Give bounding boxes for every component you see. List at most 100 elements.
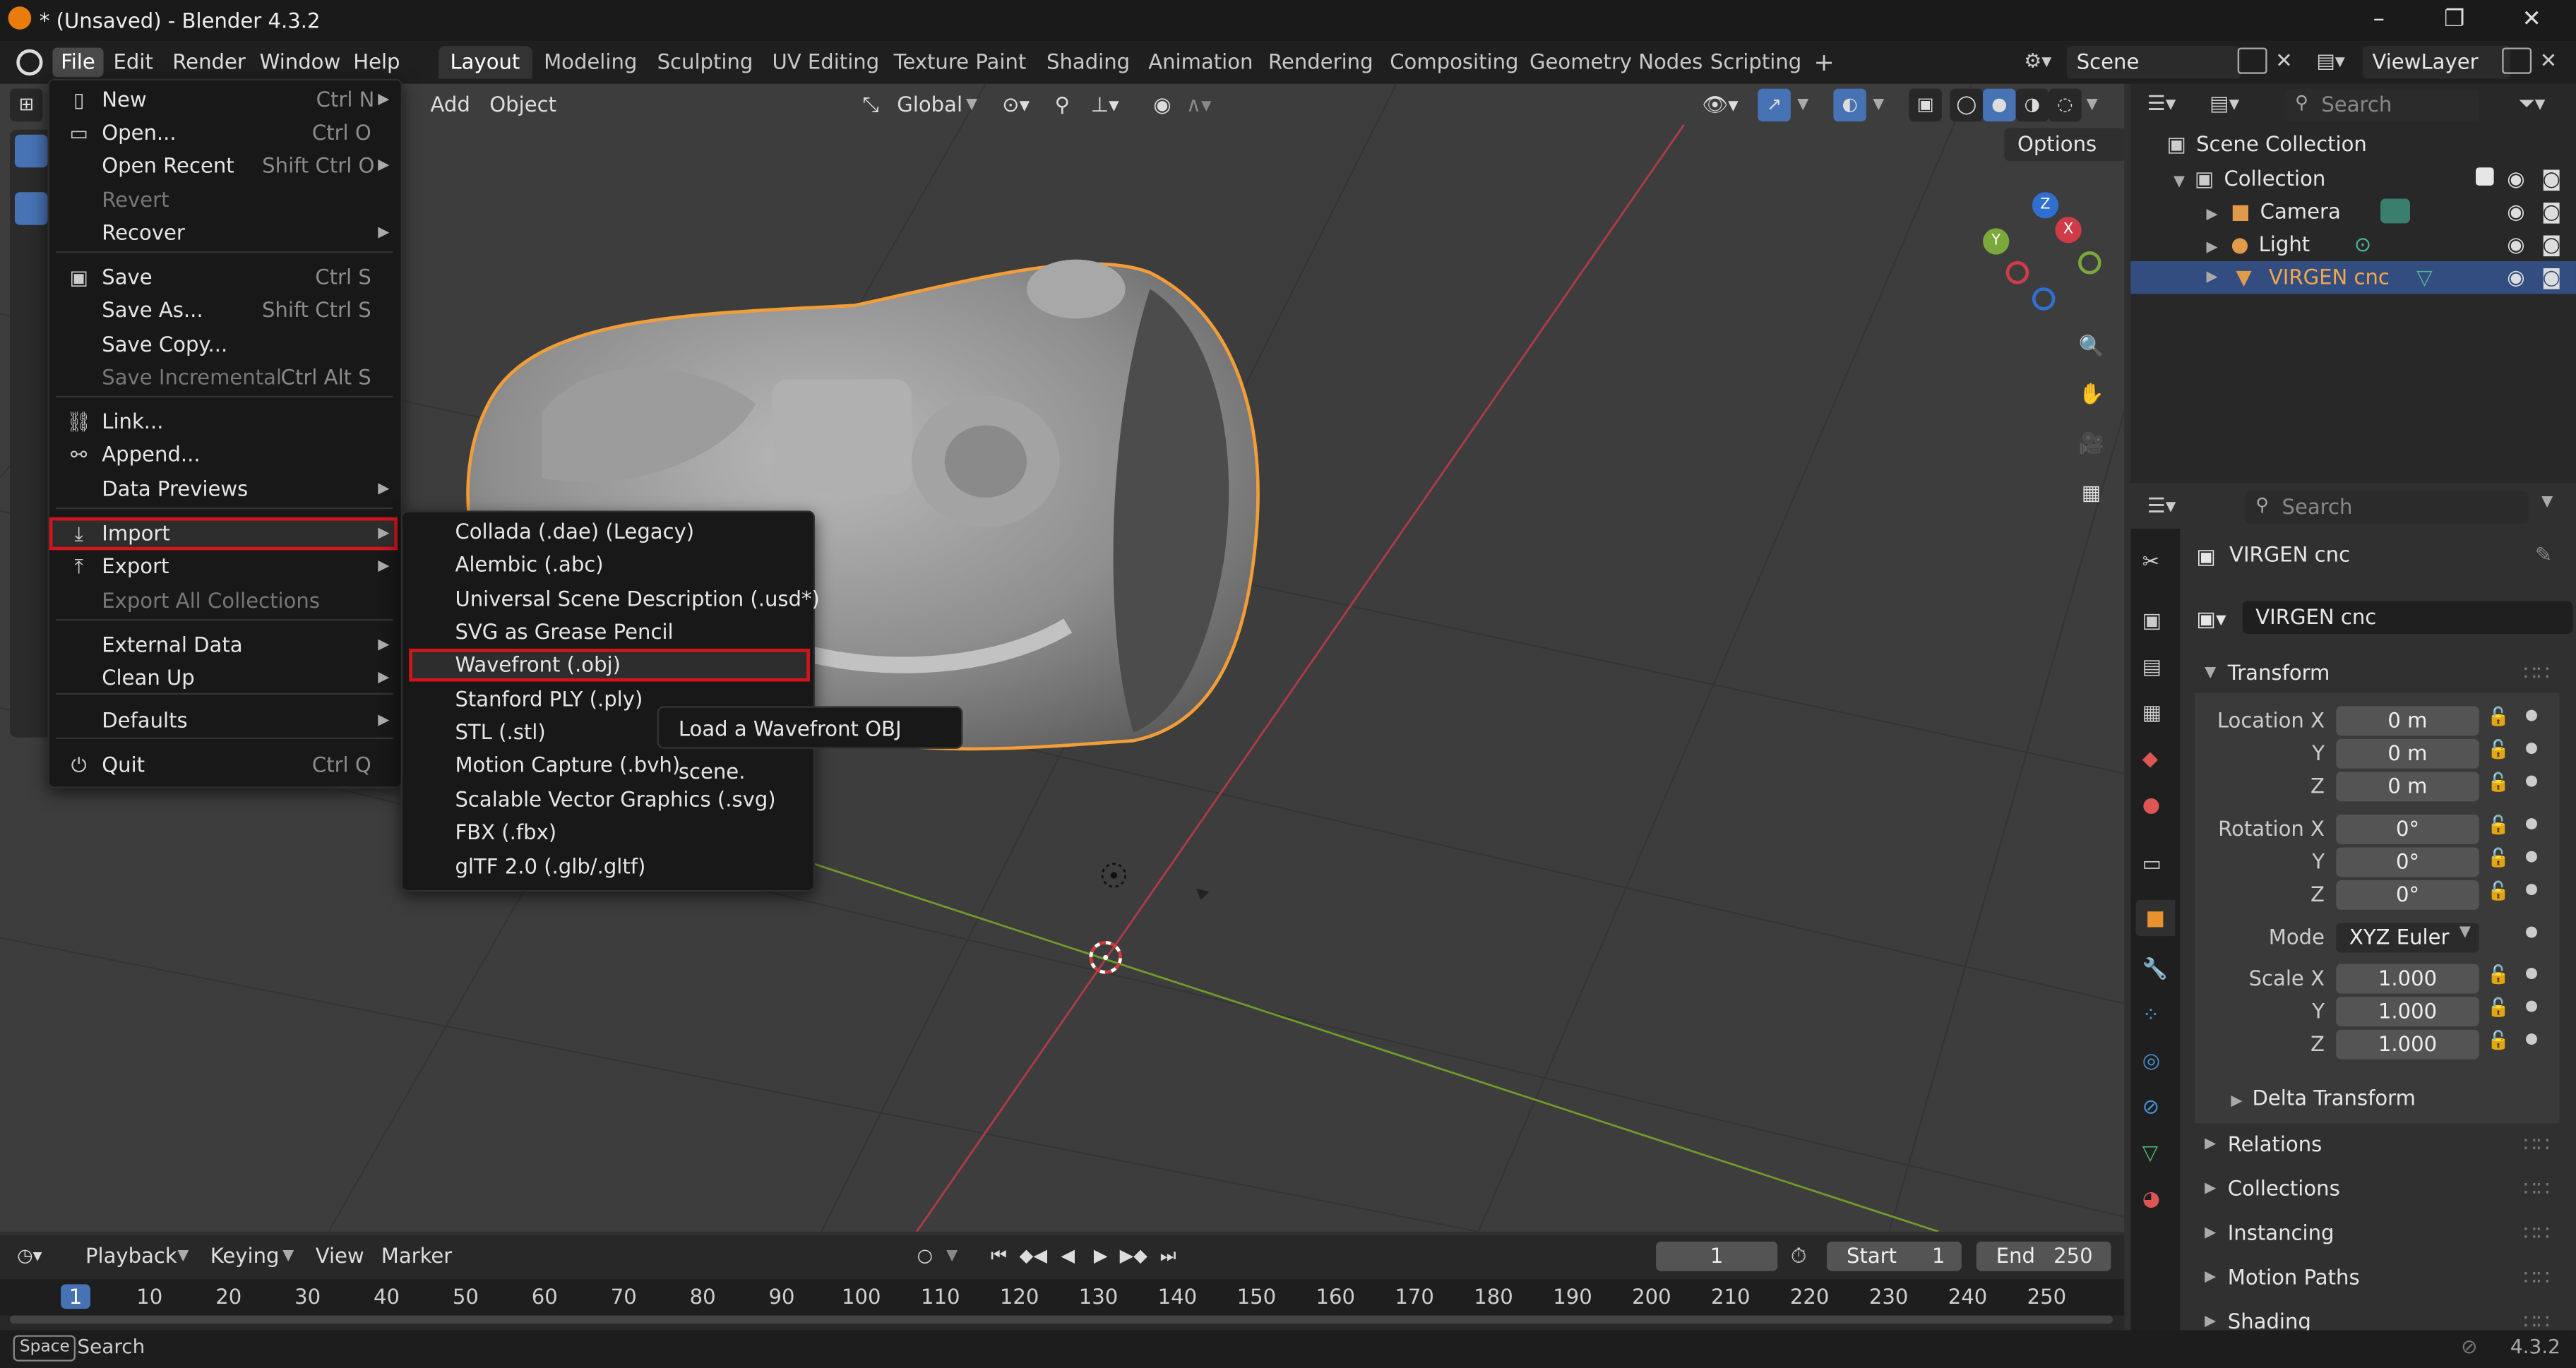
file-menu-item-append[interactable]: ⚯ Append...: [49, 438, 398, 472]
chevron-right-icon[interactable]: ▶: [2206, 261, 2217, 294]
chevron-right-icon[interactable]: ▶: [2206, 240, 2217, 256]
location-x-field[interactable]: 0 m: [2336, 706, 2479, 736]
eye-icon[interactable]: ◉: [2507, 261, 2524, 294]
chevron-right-icon[interactable]: ▶: [2205, 1169, 2216, 1208]
chevron-down-icon[interactable]: ▼: [2205, 654, 2216, 693]
file-menu-item-open-recent[interactable]: Open Recent Shift Ctrl O ▶: [49, 150, 398, 183]
new-scene-icon[interactable]: [2237, 47, 2267, 74]
keyframe-dot-icon[interactable]: ●: [2525, 925, 2538, 941]
view-layer-icon[interactable]: ▤▾: [2316, 49, 2344, 73]
modifier-tab-icon[interactable]: 🔧: [2142, 956, 2168, 982]
filter-icon[interactable]: ⏷▾: [2519, 90, 2546, 116]
editor-type-icon[interactable]: ⊞: [9, 88, 43, 122]
rendered-shading-icon[interactable]: ◌: [2049, 88, 2082, 122]
playback-menu[interactable]: Playback: [85, 1240, 177, 1273]
physics-tab-icon[interactable]: ◎: [2142, 1048, 2160, 1072]
gizmo-neg-y[interactable]: [2078, 251, 2101, 275]
gizmo-dropdown-icon[interactable]: ▼: [1797, 89, 1808, 122]
chevron-down-icon[interactable]: ▼: [282, 1240, 294, 1273]
camera-data-icon[interactable]: [2380, 198, 2410, 224]
particles-tab-icon[interactable]: ⁘: [2142, 1002, 2159, 1026]
snap-target-icon[interactable]: ⊥▾: [1091, 89, 1119, 122]
rotation-z-field[interactable]: 0°: [2336, 880, 2479, 910]
drag-handle-icon[interactable]: ∷∷: [2524, 1258, 2550, 1297]
light-data-icon[interactable]: ⊙: [2354, 228, 2371, 261]
scale-y-field[interactable]: 1.000: [2336, 997, 2479, 1027]
cursor-tool-icon[interactable]: [14, 192, 48, 225]
scene-icon[interactable]: ⚙▾: [2024, 49, 2051, 73]
tab-uv-editing[interactable]: UV Editing: [761, 46, 890, 79]
zoom-icon[interactable]: 🔍: [2073, 328, 2109, 364]
object-name-field[interactable]: VIRGEN cnc: [2242, 601, 2573, 635]
gizmo-toggle-icon[interactable]: ↗: [1758, 88, 1791, 122]
jump-start-icon[interactable]: ⏮: [982, 1240, 1015, 1273]
drag-handle-icon[interactable]: ∷∷: [2524, 1169, 2550, 1208]
marker-menu[interactable]: Marker: [381, 1240, 453, 1273]
menu-help[interactable]: Help: [345, 47, 409, 77]
render-tab-icon[interactable]: ▣: [2142, 608, 2161, 632]
collection-tab-icon[interactable]: ▭: [2142, 851, 2161, 875]
keyframe-dot-icon[interactable]: ●: [2525, 816, 2538, 832]
rotation-y-field[interactable]: 0°: [2336, 847, 2479, 877]
keyframe-dot-icon[interactable]: ●: [2525, 849, 2538, 865]
viewport-add-menu[interactable]: Add: [431, 89, 470, 122]
pivot-point-icon[interactable]: ⊙▾: [1002, 89, 1030, 122]
visibility-icon[interactable]: 👁▾: [1702, 89, 1739, 122]
eye-icon[interactable]: ◉: [2507, 162, 2524, 196]
tab-compositing[interactable]: Compositing: [1378, 46, 1530, 79]
lock-icon[interactable]: 🔓: [2487, 847, 2510, 868]
file-menu-item-quit[interactable]: ⏻ Quit Ctrl Q: [49, 749, 398, 782]
tab-shading[interactable]: Shading: [1035, 46, 1142, 79]
file-menu-item-new[interactable]: ▯ New Ctrl N ▶: [49, 84, 398, 117]
chevron-down-icon[interactable]: ▼: [966, 89, 977, 122]
panel-instancing[interactable]: ▶ Instancing ∷∷: [2195, 1213, 2560, 1254]
import-item-universal-scene-description-usd[interactable]: Universal Scene Description (.usd*): [409, 582, 819, 616]
file-menu-item-save-copy[interactable]: Save Copy...: [49, 328, 398, 361]
file-menu-item-save[interactable]: ▣ Save Ctrl S: [49, 261, 398, 294]
chevron-down-icon[interactable]: ▼: [2174, 174, 2185, 191]
overlay-toggle-icon[interactable]: ◐: [1833, 88, 1866, 122]
drag-handle-icon[interactable]: ∷∷: [2524, 1213, 2550, 1253]
tab-texture-paint[interactable]: Texture Paint: [882, 46, 1037, 79]
options-dropdown[interactable]: Options: [2004, 128, 2125, 161]
chevron-right-icon[interactable]: ▶: [2205, 1213, 2216, 1253]
display-mode-icon[interactable]: ▤▾: [2210, 90, 2239, 115]
properties-editor-icon[interactable]: ☰▾: [2147, 493, 2176, 517]
eye-icon[interactable]: ◉: [2507, 196, 2524, 229]
minimize-button[interactable]: –: [2346, 4, 2411, 37]
render-camera-icon[interactable]: ◙: [2541, 162, 2561, 196]
transform-orientation-icon[interactable]: ⤡: [862, 89, 878, 122]
lock-icon[interactable]: 🔓: [2487, 739, 2510, 760]
chevron-right-icon[interactable]: ▶: [2206, 207, 2217, 223]
rotation-mode-dropdown[interactable]: XYZ Euler: [2336, 923, 2479, 953]
scene-name-field[interactable]: Scene: [2066, 46, 2241, 79]
keyframe-dot-icon[interactable]: ●: [2525, 882, 2538, 898]
snap-icon[interactable]: ⚲: [1055, 89, 1070, 122]
output-tab-icon[interactable]: ▤: [2142, 654, 2161, 678]
file-menu-item-clean-up[interactable]: Clean Up ▶: [49, 662, 398, 695]
import-item-motion-capture-bvh[interactable]: Motion Capture (.bvh): [409, 750, 810, 783]
chevron-right-icon[interactable]: ▶: [2205, 1125, 2216, 1165]
import-item-fbx-fbx[interactable]: FBX (.fbx): [409, 817, 810, 850]
xray-toggle-icon[interactable]: ▣: [1909, 88, 1942, 122]
new-view-layer-icon[interactable]: [2502, 47, 2532, 74]
end-frame-field[interactable]: 250: [2053, 1242, 2093, 1271]
chevron-right-icon[interactable]: ▶: [2205, 1258, 2216, 1297]
rotation-x-field[interactable]: 0°: [2336, 814, 2479, 844]
scale-z-field[interactable]: 1.000: [2336, 1029, 2479, 1060]
constraints-tab-icon[interactable]: ⊘: [2142, 1093, 2159, 1118]
chevron-down-icon[interactable]: ▼: [2541, 494, 2553, 510]
tool-tab-icon[interactable]: ✂: [2142, 548, 2159, 573]
perspective-toggle-icon[interactable]: ▦: [2073, 474, 2109, 510]
outliner-item-virgen-cnc[interactable]: ▶ ▼ VIRGEN cnc ▽ ◉ ◙: [2130, 260, 2576, 294]
lock-icon[interactable]: 🔓: [2487, 964, 2510, 985]
navigation-gizmo[interactable]: Z X Y: [1979, 192, 2111, 323]
falloff-icon[interactable]: ∧▾: [1186, 89, 1212, 122]
blender-menu-icon[interactable]: [16, 49, 43, 76]
menu-edit[interactable]: Edit: [105, 47, 162, 77]
gizmo-z-axis[interactable]: Z: [2032, 192, 2059, 219]
outliner-editor-icon[interactable]: ☰▾: [2147, 90, 2176, 115]
mesh-data-icon[interactable]: ▽: [2416, 261, 2432, 294]
tab-scripting[interactable]: Scripting: [1699, 46, 1813, 79]
gizmo-neg-x[interactable]: [2005, 260, 2029, 284]
